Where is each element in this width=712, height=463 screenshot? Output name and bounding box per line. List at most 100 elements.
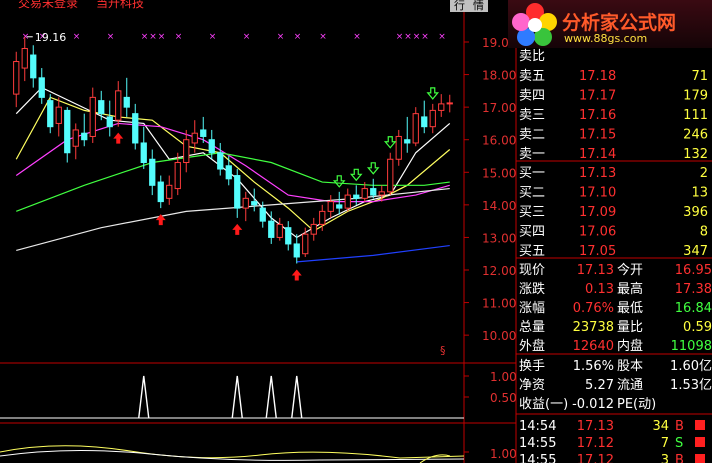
candle-body[interactable] bbox=[353, 194, 360, 199]
bid-volume: 396 bbox=[683, 205, 708, 220]
tick-flag-icon bbox=[695, 437, 705, 447]
ask-volume: 246 bbox=[683, 128, 708, 143]
sell-arrow-icon bbox=[366, 162, 380, 175]
candle-body[interactable] bbox=[106, 116, 113, 128]
fund-value: 5.27 bbox=[585, 378, 614, 393]
candle-body[interactable] bbox=[395, 135, 402, 160]
kline-chart: 19.0018.0017.0016.0015.0014.0013.0012.00… bbox=[0, 12, 712, 463]
candle-body[interactable] bbox=[268, 220, 275, 238]
fund-label: 收益(一) bbox=[519, 397, 568, 412]
candle-body[interactable] bbox=[183, 139, 190, 164]
candle-body[interactable] bbox=[259, 207, 266, 222]
candle-body[interactable] bbox=[200, 129, 207, 137]
bid-label: 买五 bbox=[519, 244, 545, 259]
stat-label: 涨幅 bbox=[519, 301, 545, 316]
ask-price: 17.17 bbox=[579, 89, 616, 104]
candle-body[interactable] bbox=[370, 188, 377, 196]
tab-hang[interactable]: 行 bbox=[450, 0, 469, 12]
candle-body[interactable] bbox=[89, 96, 96, 137]
candle-body[interactable] bbox=[310, 223, 317, 235]
candle-body[interactable] bbox=[421, 116, 428, 128]
candle-body[interactable] bbox=[191, 132, 198, 144]
bid-volume: 13 bbox=[691, 186, 708, 201]
candle-body[interactable] bbox=[302, 233, 309, 255]
bid-label: 买二 bbox=[519, 186, 545, 201]
signal-x-mark: × bbox=[277, 32, 285, 42]
candle-body[interactable] bbox=[166, 184, 173, 199]
candle-body[interactable] bbox=[13, 61, 20, 95]
candle-body[interactable] bbox=[30, 54, 37, 79]
tab-qing[interactable]: 情 bbox=[469, 0, 488, 12]
signal-x-mark: × bbox=[149, 32, 157, 42]
candle-body[interactable] bbox=[438, 103, 445, 111]
candle-body[interactable] bbox=[21, 48, 28, 69]
candle-body[interactable] bbox=[429, 109, 436, 128]
moving-average-line bbox=[16, 187, 450, 252]
stat-label: 最低 bbox=[617, 301, 643, 316]
candle-body[interactable] bbox=[98, 100, 105, 115]
candle-body[interactable] bbox=[38, 77, 45, 98]
stat-value: 0.59 bbox=[683, 320, 712, 335]
tick-side: S bbox=[675, 436, 683, 451]
signal-x-mark: × bbox=[294, 32, 302, 42]
candle-body[interactable] bbox=[81, 132, 88, 141]
candle-body[interactable] bbox=[123, 96, 130, 108]
candle-body[interactable] bbox=[251, 201, 258, 206]
candle-body[interactable] bbox=[72, 129, 79, 147]
candle-body[interactable] bbox=[276, 223, 283, 238]
candle-body[interactable] bbox=[336, 204, 343, 209]
signal-x-mark: × bbox=[438, 32, 446, 42]
candle-body[interactable] bbox=[378, 191, 385, 196]
candle-body[interactable] bbox=[225, 165, 232, 180]
stat-label: 涨跌 bbox=[519, 281, 545, 297]
candle-body[interactable] bbox=[242, 197, 249, 209]
candle-body[interactable] bbox=[132, 113, 139, 144]
candle-body[interactable] bbox=[446, 102, 453, 105]
indicator-tick-label: 0.50 bbox=[490, 391, 517, 405]
candle-body[interactable] bbox=[149, 158, 156, 186]
stock-name-tab[interactable]: 当升科技 bbox=[96, 0, 144, 11]
candle-body[interactable] bbox=[361, 188, 368, 199]
ask-label: 卖二 bbox=[519, 128, 545, 143]
sell-arrow-icon bbox=[332, 175, 346, 188]
order-book-header: 卖比 bbox=[519, 49, 545, 64]
candle-body[interactable] bbox=[217, 152, 224, 170]
buy-arrow-icon bbox=[232, 223, 243, 235]
signal-x-mark: × bbox=[73, 32, 81, 42]
candle-body[interactable] bbox=[115, 90, 122, 121]
login-status[interactable]: 交易未登录 bbox=[18, 0, 78, 11]
ask-label: 卖五 bbox=[519, 69, 545, 84]
bid-label: 买一 bbox=[519, 166, 545, 181]
candle-body[interactable] bbox=[140, 142, 147, 164]
candle-body[interactable] bbox=[157, 181, 164, 203]
ask-label: 卖一 bbox=[519, 147, 545, 162]
price-tick-label: 10.00 bbox=[482, 329, 516, 343]
candle-body[interactable] bbox=[387, 158, 394, 193]
candle-body[interactable] bbox=[412, 113, 419, 144]
candle-body[interactable] bbox=[55, 106, 62, 124]
logo-url[interactable]: www.88gs.com bbox=[564, 32, 647, 45]
candle-body[interactable] bbox=[319, 210, 326, 225]
candle-body[interactable] bbox=[344, 194, 351, 209]
candle-body[interactable] bbox=[234, 175, 241, 209]
ask-volume: 132 bbox=[683, 147, 708, 162]
bid-price: 17.13 bbox=[579, 166, 616, 181]
candle-body[interactable] bbox=[404, 139, 411, 144]
signal-x-mark: × bbox=[158, 32, 166, 42]
candle-body[interactable] bbox=[285, 227, 292, 245]
candle-body[interactable] bbox=[208, 139, 215, 154]
candle-body[interactable] bbox=[47, 100, 54, 128]
candle-body[interactable] bbox=[64, 109, 71, 154]
signal-x-mark: × bbox=[319, 32, 327, 42]
stat-value: 11098 bbox=[671, 339, 712, 354]
title-bar: 交易未登录 当升科技 bbox=[0, 0, 470, 11]
stat-label: 外盘 bbox=[519, 338, 545, 354]
tick-price: 17.12 bbox=[577, 436, 614, 451]
fund-label: 流通 bbox=[617, 378, 643, 393]
candle-body[interactable] bbox=[327, 201, 334, 212]
candle-body[interactable] bbox=[174, 162, 181, 190]
ask-volume: 111 bbox=[683, 108, 708, 123]
candle-body[interactable] bbox=[293, 243, 300, 258]
sell-arrow-icon bbox=[426, 87, 440, 100]
price-tick-label: 18.00 bbox=[482, 69, 516, 83]
